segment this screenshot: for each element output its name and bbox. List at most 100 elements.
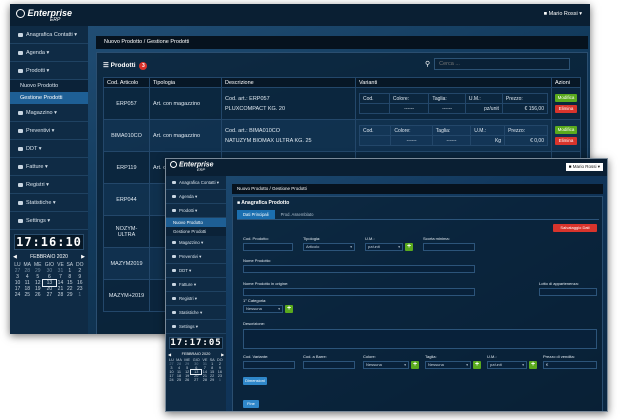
add-colore-button[interactable]: + [411, 361, 419, 369]
desc-code: Cod. art.: BIMA010CO [225, 127, 281, 134]
calendar-month: FEBBRAIO 2020 [181, 352, 211, 356]
sidebar-item-prodotti[interactable]: Prodotti ▾ [166, 204, 226, 218]
delete-button[interactable]: Elimina [555, 105, 577, 113]
um-value: pz/unit [368, 244, 380, 249]
calendar-day[interactable]: 1 [74, 292, 85, 298]
sidebar-item-fatture[interactable]: Fatture ▾ [166, 278, 226, 292]
calendar-day[interactable]: 25 [22, 292, 33, 298]
calendar-day[interactable]: 29 [65, 292, 74, 298]
calendar-day[interactable]: 28 [201, 378, 208, 382]
currency-symbol: € [546, 362, 549, 367]
tab-prod-assemblato[interactable]: Prod. Assemblato [275, 210, 320, 219]
nome-input[interactable] [243, 265, 475, 273]
calendar-icon [18, 50, 23, 55]
calendar-day[interactable]: 27 [191, 378, 201, 382]
chart-icon [18, 200, 23, 205]
document-icon [18, 128, 23, 133]
lotto-label: Lotto di appartenenza: [539, 281, 579, 286]
calendar-day[interactable]: 27 [43, 292, 56, 298]
chevron-down-icon: ▾ [466, 363, 468, 367]
logo-icon [16, 9, 25, 19]
calendar-day[interactable]: 26 [183, 378, 191, 382]
save-button[interactable]: Salvataggio Dati [553, 224, 597, 232]
calendar-grid: LU MA ME GIO VE SA DO 27 28 29 30 31 1 2 3 4 5 6 7 8 9 10 11 12… [13, 262, 85, 298]
sidebar-item-anagrafica[interactable]: Anagrafica Contatti ▾ [10, 26, 88, 44]
categoria-select[interactable]: Nessuna ▾ [243, 305, 283, 313]
descrizione-textarea[interactable] [243, 329, 597, 349]
sidebar-item-preventivi[interactable]: Preventivi ▾ [166, 250, 226, 264]
tipologia-select[interactable]: Articolo ▾ [303, 243, 355, 251]
user-menu[interactable]: ■ Mario Rossi ▾ [544, 11, 582, 17]
sidebar-item-anagrafica[interactable]: Anagrafica Contatti ▾ [166, 176, 226, 190]
prev-month-icon[interactable]: ◀ [168, 352, 171, 357]
add-um2-button[interactable]: + [529, 361, 537, 369]
cell-actions: Modifica Elimina [551, 87, 581, 120]
users-icon [18, 32, 23, 37]
sidebar-item-ddt[interactable]: DDT ▾ [10, 140, 88, 158]
scorta-input[interactable] [423, 243, 475, 251]
sidebar-item-settings[interactable]: Settings ▾ [166, 320, 226, 334]
next-month-icon[interactable]: ▶ [221, 352, 224, 357]
sidebar-item-settings[interactable]: Settings ▾ [10, 212, 88, 230]
panel-title-text: Prodotti [110, 62, 136, 69]
dimensioni-button[interactable]: Dimensioni [243, 377, 267, 385]
calendar-day[interactable]: 29 [209, 378, 216, 382]
tab-dati-principali[interactable]: Dati Principali [237, 210, 275, 219]
variant-col-header: Colore: [388, 93, 430, 104]
variant-col-header: Taglia: [431, 125, 472, 136]
nome-origine-input[interactable] [243, 288, 475, 296]
variant-price: € 156,00 [501, 103, 549, 114]
panel-title-text: Anagrafica Prodotto [241, 200, 290, 206]
um2-select[interactable]: pz/unit ▾ [487, 361, 527, 369]
lotto-input[interactable] [539, 288, 597, 296]
chevron-down-icon: ▾ [398, 245, 400, 249]
calendar-day[interactable]: 26 [32, 292, 43, 298]
calendar-day[interactable]: 24 [168, 378, 175, 382]
calendar-day[interactable]: 28 [56, 292, 65, 298]
sidebar-item-preventivi[interactable]: Preventivi ▾ [10, 122, 88, 140]
add-um-button[interactable]: + [405, 243, 413, 251]
sidebar-item-registri[interactable]: Registri ▾ [166, 292, 226, 306]
add-taglia-button[interactable]: + [473, 361, 481, 369]
sidebar-item-agenda[interactable]: Agenda ▾ [166, 190, 226, 204]
next-month-icon[interactable]: ▶ [81, 254, 85, 260]
cod-prodotto-input[interactable] [243, 243, 293, 251]
search-input[interactable] [434, 58, 571, 70]
add-categoria-button[interactable]: + [285, 305, 293, 313]
edit-button[interactable]: Modifica [555, 126, 577, 134]
calendar-day[interactable]: 25 [175, 378, 183, 382]
breadcrumb: Nuovo Prodotto / Gestione Prodotti [96, 36, 588, 49]
tab-divider [237, 219, 599, 220]
sidebar-sub-gestione-prodotti[interactable]: Gestione Prodotti [10, 92, 88, 104]
sidebar-sub-nuovo-prodotto[interactable]: Nuovo Prodotto [166, 218, 226, 227]
chevron-down-icon: ▾ [579, 11, 582, 17]
sidebar-item-label: Fatture [26, 164, 44, 170]
edit-button[interactable]: Modifica [555, 94, 577, 102]
calendar-day[interactable]: 24 [13, 292, 22, 298]
sidebar-item-ddt[interactable]: DDT ▾ [166, 264, 226, 278]
sidebar-item-statistiche[interactable]: Statistiche ▾ [166, 306, 226, 320]
cod-barre-input[interactable] [303, 361, 355, 369]
sidebar-item-agenda[interactable]: Agenda ▾ [10, 44, 88, 62]
count-badge: 3 [139, 62, 148, 70]
sidebar-item-magazzino[interactable]: Magazzino ▾ [10, 104, 88, 122]
prezzo-input[interactable]: € [543, 361, 597, 369]
sidebar-item-magazzino[interactable]: Magazzino ▾ [166, 236, 226, 250]
sidebar-sub-nuovo-prodotto[interactable]: Nuovo Prodotto [10, 80, 88, 92]
sidebar-item-fatture[interactable]: Fatture ▾ [10, 158, 88, 176]
sidebar-item-statistiche[interactable]: Statistiche ▾ [10, 194, 88, 212]
colore-select[interactable]: Nessuna ▾ [363, 361, 409, 369]
user-menu[interactable]: ■ Mario Rossi ▾ [565, 163, 603, 171]
calendar-day[interactable]: 1 [216, 378, 224, 382]
cod-variante-input[interactable] [243, 361, 295, 369]
taglia-select[interactable]: Nessuna ▾ [425, 361, 471, 369]
prev-month-icon[interactable]: ◀ [13, 254, 17, 260]
fine-button[interactable]: Fine [243, 400, 259, 408]
sidebar-item-prodotti[interactable]: Prodotti ▾ [10, 62, 88, 80]
delete-button[interactable]: Elimina [555, 137, 577, 145]
sidebar-sub-gestione-prodotti[interactable]: Gestione Prodotti [166, 227, 226, 236]
um-select[interactable]: pz/unit ▾ [365, 243, 403, 251]
sidebar-item-registri[interactable]: Registri ▾ [10, 176, 88, 194]
variant-size: ------ [431, 135, 472, 146]
nome-label: Nome Prodotto: [243, 258, 272, 263]
